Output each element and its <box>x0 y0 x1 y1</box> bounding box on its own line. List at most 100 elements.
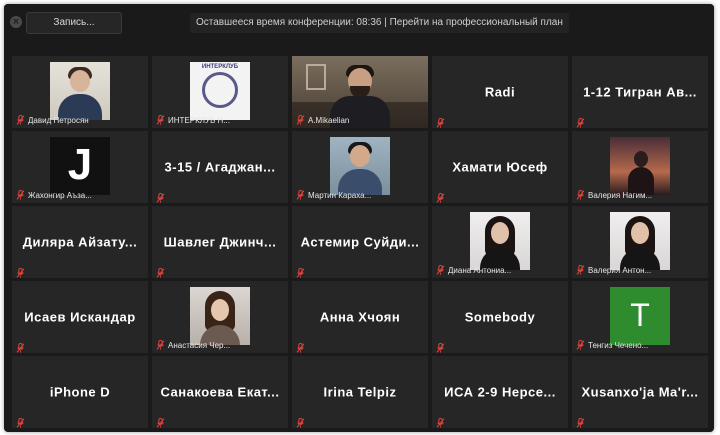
club-logo-avatar: ИНТЕРКЛУБ <box>190 62 250 120</box>
meeting-window: × Запись... Оставшееся время конференции… <box>4 4 714 432</box>
participant-tile[interactable]: Radi <box>432 56 568 128</box>
participant-tile[interactable]: Анастасия Чер... <box>152 281 288 353</box>
muted-mic-icon <box>576 190 585 200</box>
close-icon[interactable]: × <box>10 16 22 28</box>
participant-caption: Анастасия Чер... <box>156 339 230 351</box>
muted-mic-icon <box>576 340 585 350</box>
participant-name-label: Валерия Антон... <box>588 265 652 275</box>
muted-mic-icon <box>16 190 25 200</box>
participant-name: ИСА 2-9 Нерсе... <box>444 384 556 400</box>
mic-status <box>436 190 445 203</box>
muted-mic-icon <box>296 190 305 200</box>
participant-tile[interactable]: A.Mikaelian <box>292 56 428 128</box>
participant-tile[interactable]: Диляра Айзату... <box>12 206 148 278</box>
muted-mic-icon <box>576 117 585 128</box>
participant-name: Xusanxo'ja Ma'r... <box>581 384 699 400</box>
participant-caption: Диана Антониа... <box>436 264 511 276</box>
participants-gallery: Давид Петросян ИНТЕРКЛУБ ИНТЕРКЛУБ Н... A.M… <box>12 56 712 428</box>
participant-name: iPhone D <box>49 384 111 400</box>
participant-caption: A.Mikaelian <box>296 114 349 126</box>
mic-status <box>436 115 445 128</box>
mic-status <box>296 415 305 428</box>
muted-mic-icon <box>436 417 445 428</box>
participant-name: Анна Хчоян <box>319 309 401 325</box>
muted-mic-icon <box>156 267 165 278</box>
participant-tile[interactable]: Somebody <box>432 281 568 353</box>
participant-name: Санакоева Екат... <box>160 384 280 400</box>
participant-caption: Валерия Нагим... <box>576 189 652 201</box>
mic-status <box>156 265 165 278</box>
muted-mic-icon <box>436 265 445 275</box>
participant-tile[interactable]: Санакоева Екат... <box>152 356 288 428</box>
participant-tile[interactable]: 3-15 / Агаджан... <box>152 131 288 203</box>
participant-tile[interactable]: Анна Хчоян <box>292 281 428 353</box>
participant-tile[interactable]: Диана Антониа... <box>432 206 568 278</box>
muted-mic-icon <box>436 192 445 203</box>
participant-name: Диляра Айзату... <box>22 234 138 250</box>
muted-mic-icon <box>296 115 305 125</box>
participant-name: Хамати Юсеф <box>452 159 548 175</box>
muted-mic-icon <box>156 340 165 350</box>
participant-tile[interactable]: J Жахонгир Аъза... <box>12 131 148 203</box>
participant-tile[interactable]: Мартин Караха... <box>292 131 428 203</box>
meeting-time-remaining-banner[interactable]: Оставшееся время конференции: 08:36 | Пе… <box>190 13 569 33</box>
muted-mic-icon <box>296 342 305 353</box>
participant-name-label: Анастасия Чер... <box>168 340 231 350</box>
participant-caption: Жахонгир Аъза... <box>16 189 92 201</box>
muted-mic-icon <box>156 115 165 125</box>
mic-status <box>156 415 165 428</box>
muted-mic-icon <box>16 342 25 353</box>
muted-mic-icon <box>16 115 25 125</box>
participant-name-label: Жахонгир Аъза... <box>28 190 92 200</box>
avatar <box>190 287 250 345</box>
participant-tile[interactable]: Давид Петросян <box>12 56 148 128</box>
record-button[interactable]: Запись... <box>26 12 122 34</box>
participant-tile[interactable]: Xusanxo'ja Ma'r... <box>572 356 708 428</box>
participant-tile[interactable]: Хамати Юсеф <box>432 131 568 203</box>
avatar <box>610 212 670 270</box>
participant-tile[interactable]: 1-12 Тигран Ав... <box>572 56 708 128</box>
participant-name: Radi <box>484 84 516 100</box>
muted-mic-icon <box>296 417 305 428</box>
participant-caption: ИНТЕРКЛУБ Н... <box>156 114 230 126</box>
participant-tile[interactable]: T Тенгиз Чечено... <box>572 281 708 353</box>
participant-tile[interactable]: ИСА 2-9 Нерсе... <box>432 356 568 428</box>
participant-caption: Тенгиз Чечено... <box>576 339 648 351</box>
participant-name: 3-15 / Агаджан... <box>164 159 276 175</box>
title-bar: × Запись... Оставшееся время конференции… <box>4 4 714 40</box>
muted-mic-icon <box>436 117 445 128</box>
participant-tile[interactable]: Астемир Суйди... <box>292 206 428 278</box>
participant-name-label: Мартин Караха... <box>308 190 372 200</box>
participant-name-label: Валерия Нагим... <box>588 190 653 200</box>
muted-mic-icon <box>16 267 25 278</box>
mic-status <box>296 265 305 278</box>
muted-mic-icon <box>296 267 305 278</box>
participant-caption: Давид Петросян <box>16 114 89 126</box>
participant-name: Астемир Суйди... <box>300 234 420 250</box>
participant-caption: Мартин Караха... <box>296 189 371 201</box>
participant-tile[interactable]: Исаев Искандар <box>12 281 148 353</box>
muted-mic-icon <box>16 417 25 428</box>
participant-name: Irina Telpiz <box>323 384 397 400</box>
participant-name: Шавлег Джинч... <box>163 234 277 250</box>
participant-tile[interactable]: ИНТЕРКЛУБ ИНТЕРКЛУБ Н... <box>152 56 288 128</box>
muted-mic-icon <box>436 342 445 353</box>
avatar-letter: J <box>67 140 93 189</box>
muted-mic-icon <box>156 417 165 428</box>
participant-tile[interactable]: Шавлег Джинч... <box>152 206 288 278</box>
participant-tile[interactable]: Валерия Нагим... <box>572 131 708 203</box>
participant-tile[interactable]: Irina Telpiz <box>292 356 428 428</box>
avatar <box>470 212 530 270</box>
mic-status <box>576 415 585 428</box>
mic-status <box>16 340 25 353</box>
letter-avatar: T <box>610 287 670 345</box>
avatar-letter: T <box>630 297 650 333</box>
mic-status <box>436 340 445 353</box>
participant-tile[interactable]: Валерия Антон... <box>572 206 708 278</box>
mic-status <box>576 115 585 128</box>
mic-status <box>156 190 165 203</box>
participant-name-label: A.Mikaelian <box>308 115 350 125</box>
participant-tile[interactable]: iPhone D <box>12 356 148 428</box>
logo-text: ИНТЕРКЛУБ <box>201 64 239 70</box>
avatar <box>610 137 670 195</box>
